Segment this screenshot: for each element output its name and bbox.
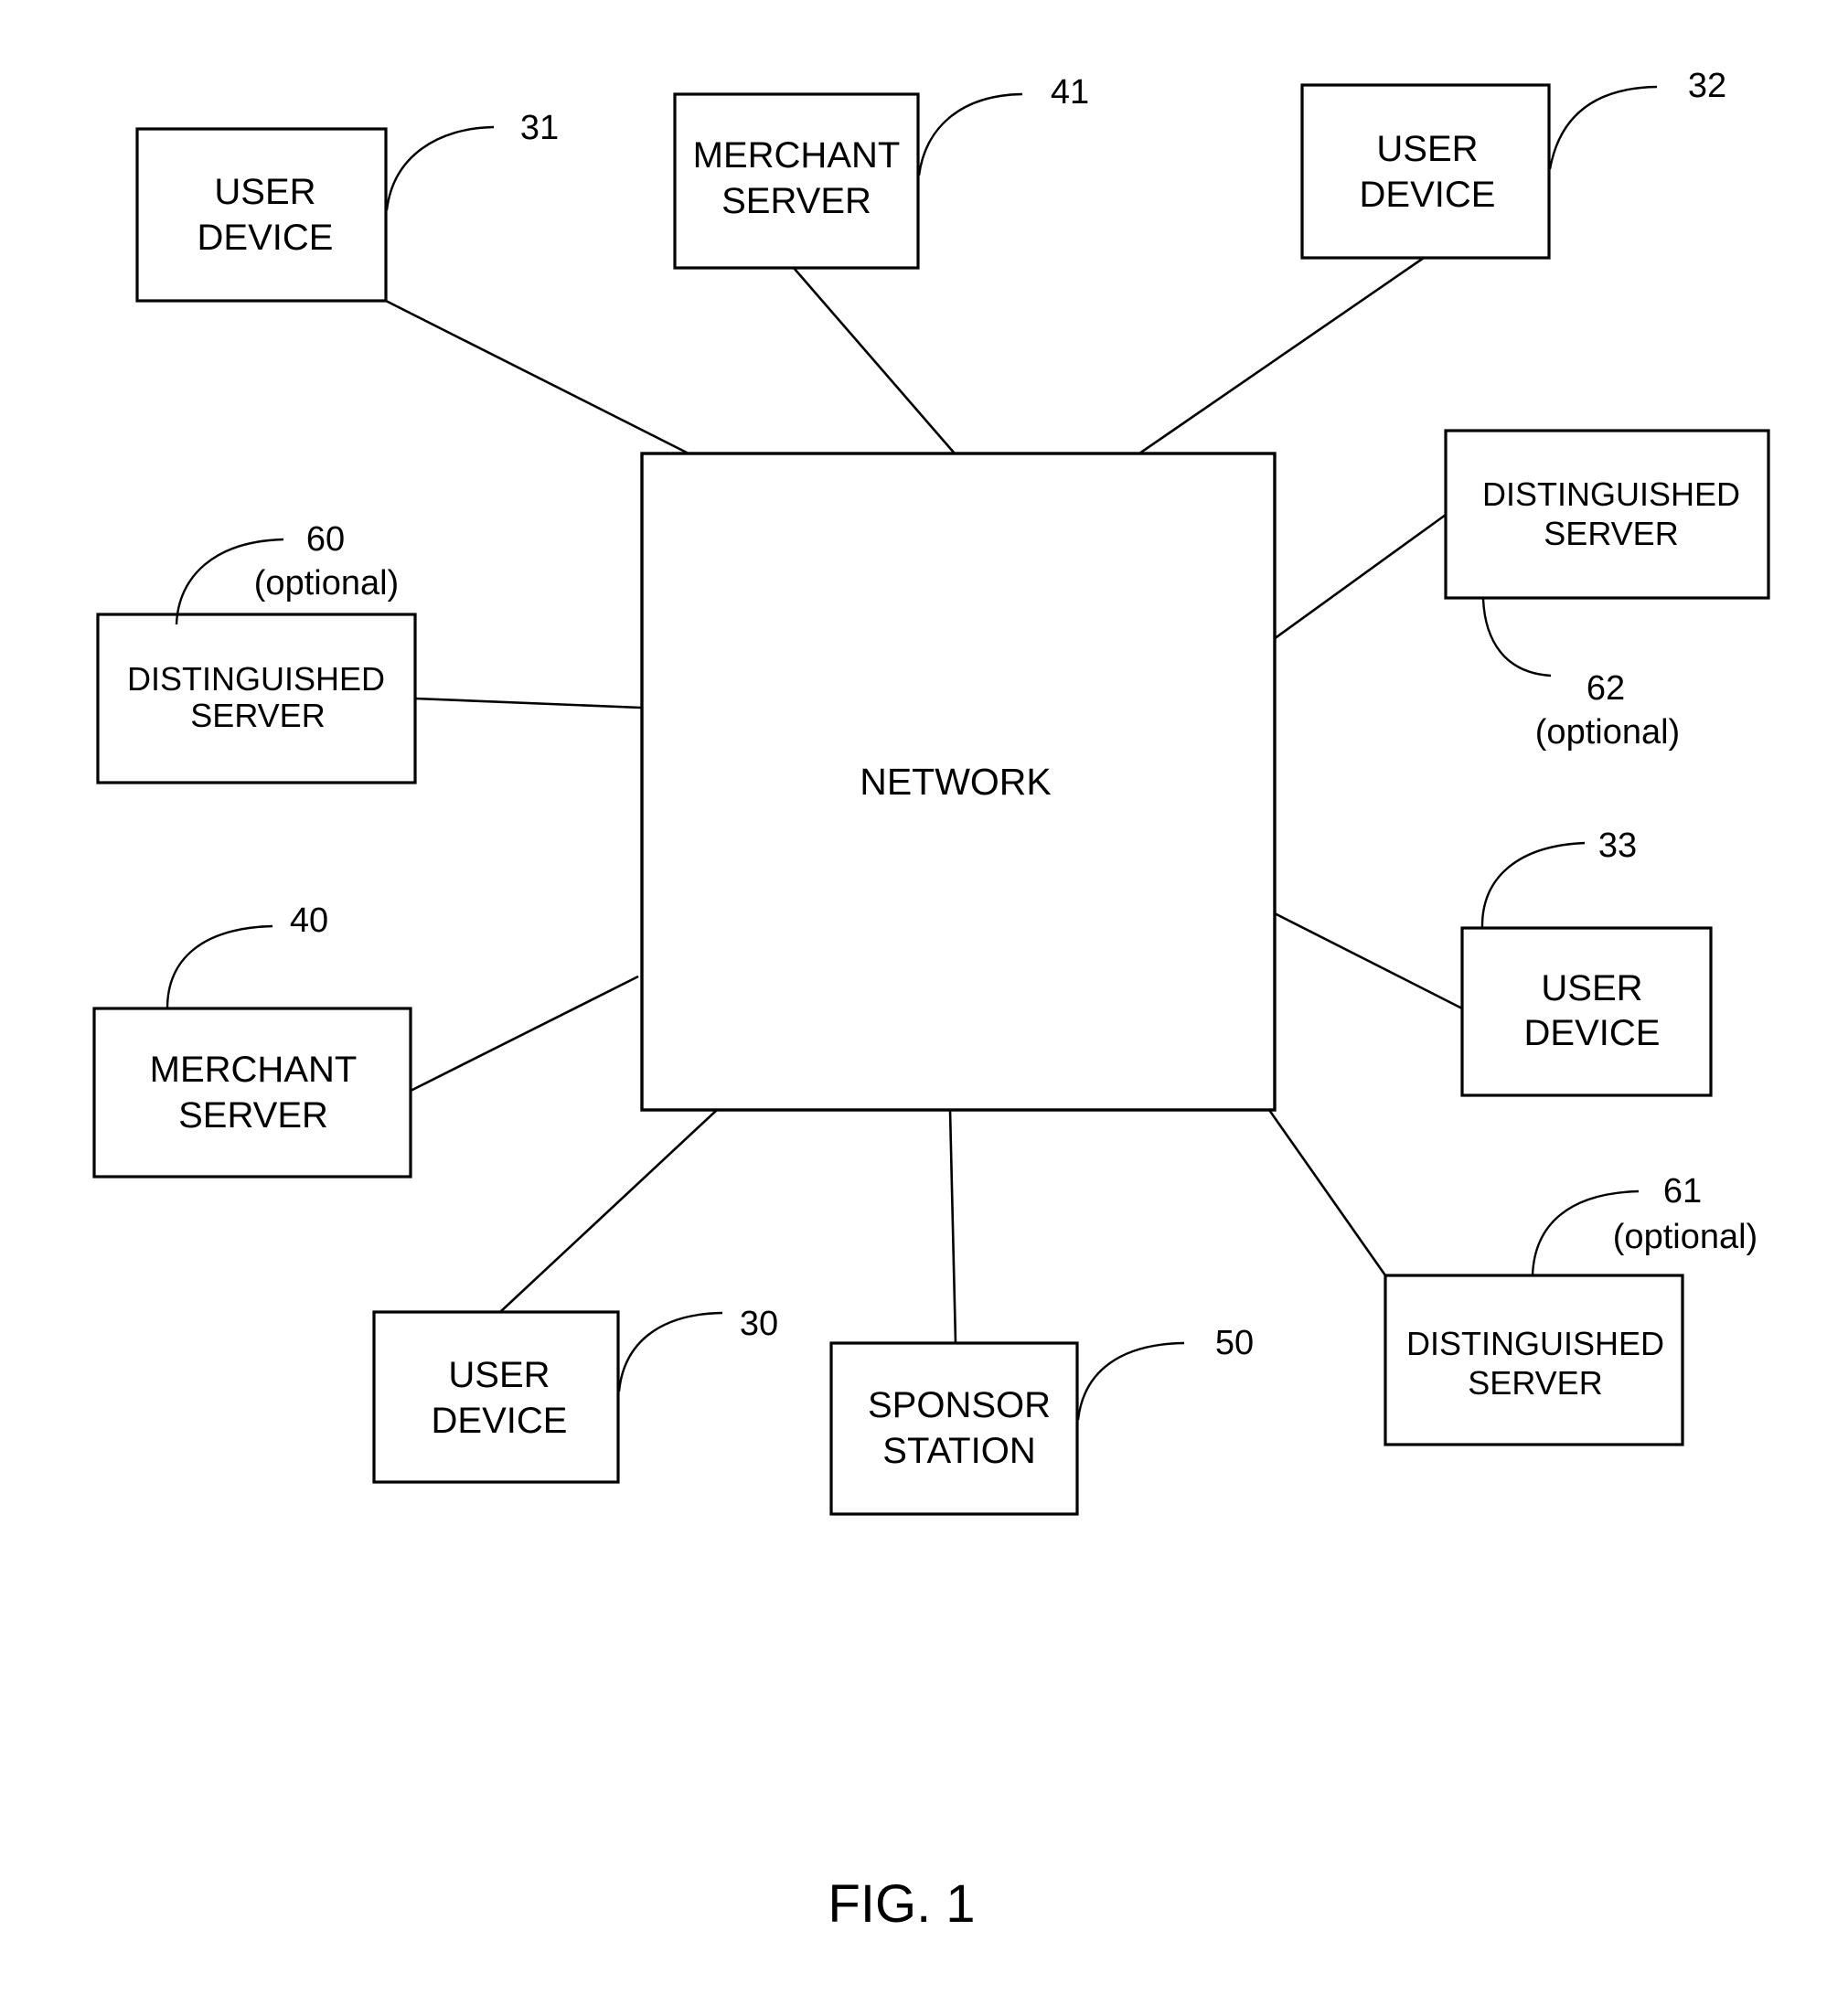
node-label-line-2: DEVICE [198,218,334,258]
node-label-line-2: SERVER [178,1095,328,1136]
node-box [135,127,388,303]
link-network-merchant-server-41 [793,267,956,454]
link-network-user-device-33 [1270,910,1463,1010]
reference-numeral: 62 [1587,669,1625,708]
link-network-distinguished-server-60 [414,697,642,709]
reference-numeral: 31 [520,109,559,147]
node-label-line-2: SERVER [1468,1364,1602,1402]
node-label-line-1: DISTINGUISHED [1406,1325,1664,1362]
optional-note: (optional) [1535,713,1680,752]
node-box [92,1007,412,1179]
node-merchant-server-40: MERCHANT SERVER 40 [92,901,412,1179]
node-label-line-1: USER [448,1355,550,1395]
leader-line [1481,598,1552,677]
link-network-merchant-server-40 [410,975,639,1093]
reference-numeral: 30 [740,1305,778,1343]
node-user-device-32: USER DEVICE 32 [1300,67,1726,260]
node-label-line-2: STATION [882,1431,1035,1471]
reference-numeral: 60 [306,520,345,559]
reference-numeral: 33 [1598,827,1637,865]
optional-note: (optional) [254,564,399,603]
node-sponsor-station-50: SPONSOR STATION 50 [829,1324,1254,1516]
leader-line [917,92,1023,176]
node-label-line-1: USER [1541,968,1642,1008]
link-network-user-device-31 [385,299,689,455]
node-user-device-33: USER DEVICE 33 [1460,827,1713,1097]
reference-numeral: 32 [1688,67,1726,105]
node-box [372,1310,620,1484]
network-node: NETWORK [640,452,1277,1112]
node-merchant-server-41: MERCHANT SERVER 41 [673,73,1089,270]
node-user-device-30: USER DEVICE 30 [372,1305,778,1484]
link-network-user-device-30 [499,1109,718,1313]
node-label-line-2: SERVER [190,697,325,734]
node-label-line-1: USER [214,172,315,212]
network-label: NETWORK [860,761,1052,803]
leader-line [617,1311,723,1392]
reference-numeral: 50 [1215,1324,1254,1362]
link-network-distinguished-server-62 [1273,513,1447,641]
node-label-line-2: DEVICE [1360,175,1496,215]
node-label-line-2: SERVER [721,181,871,221]
node-box [1460,926,1713,1097]
link-network-user-device-32 [1138,256,1425,455]
node-label-line-2: SERVER [1544,515,1678,552]
node-box [829,1341,1079,1516]
figure-caption: FIG. 1 [828,1874,975,1934]
leader-line [1480,841,1586,929]
node-label-line-1: DISTINGUISHED [127,660,385,698]
optional-note: (optional) [1613,1218,1758,1256]
node-distinguished-server-62: DISTINGUISHED SERVER 62 (optional) [1444,429,1770,752]
network-diagram: NETWORK USER DEVICE 31 MERCHANT SERVER 4… [92,67,1770,1934]
leader-line [1548,85,1658,170]
node-label-line-1: MERCHANT [693,135,901,176]
node-label-line-1: USER [1376,129,1478,169]
node-box [1300,83,1551,260]
node-label-line-1: DISTINGUISHED [1482,475,1740,513]
link-network-sponsor-station-50 [948,1109,957,1344]
node-distinguished-server-61: DISTINGUISHED SERVER 61 (optional) [1384,1172,1758,1446]
link-network-distinguished-server-61 [1267,1109,1387,1276]
node-distinguished-server-60: DISTINGUISHED SERVER 60 (optional) [96,520,417,784]
node-label-line-1: SPONSOR [868,1385,1051,1425]
leader-line [166,924,273,1009]
reference-numeral: 41 [1051,73,1089,112]
reference-numeral: 40 [290,901,328,940]
reference-numeral: 61 [1663,1172,1702,1211]
node-label-line-2: DEVICE [1524,1013,1661,1053]
node-label-line-2: DEVICE [432,1401,568,1441]
node-label-line-1: MERCHANT [150,1050,358,1090]
leader-line [1076,1341,1185,1421]
node-user-device-31: USER DEVICE 31 [135,109,559,303]
leader-line [385,125,495,211]
